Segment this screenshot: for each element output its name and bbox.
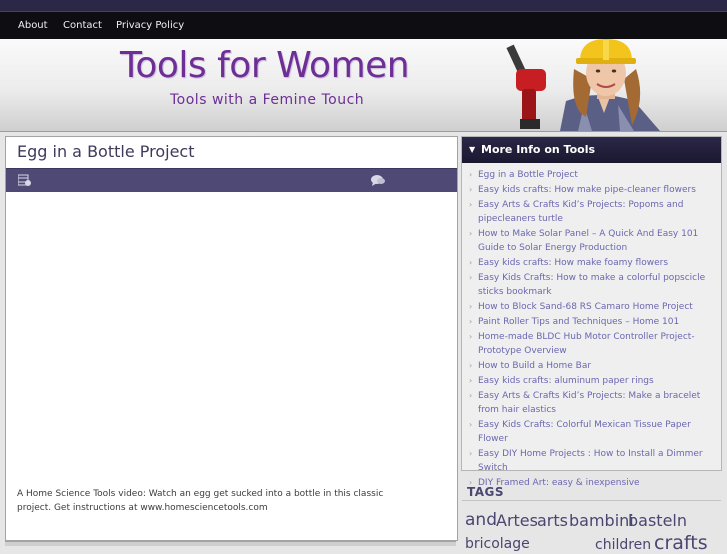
- site-header-banner: Tools for Women Tools with a Femine Touc…: [0, 39, 727, 132]
- sidebar-link[interactable]: › How to Build a Home Bar: [469, 359, 715, 373]
- bullet-arrow-icon: ›: [469, 420, 473, 429]
- tags-divider: [462, 500, 721, 501]
- sidebar-link[interactable]: › How to Block Sand-68 RS Camaro Home Pro…: [469, 300, 715, 314]
- tag-link[interactable]: basteln: [628, 511, 687, 530]
- sidebar-link-label[interactable]: Easy DIY Home Projects : How to Install …: [478, 449, 703, 473]
- tag-link[interactable]: Artes: [496, 511, 538, 530]
- sidebar-link[interactable]: › Paint Roller Tips and Techniques – Home…: [469, 315, 715, 329]
- sidebar-link-label[interactable]: Easy kids crafts: How make pipe-cleaner …: [478, 185, 696, 195]
- sidebar-link-label[interactable]: How to Block Sand-68 RS Camaro Home Proj…: [478, 302, 693, 312]
- sidebar-link-label[interactable]: Easy Arts & Crafts Kid’s Projects: Popom…: [478, 200, 683, 224]
- nav-contact[interactable]: Contact: [63, 12, 102, 40]
- bullet-arrow-icon: ›: [469, 258, 473, 267]
- bullet-arrow-icon: ›: [469, 361, 473, 370]
- sidebar-more-info-widget: ▼ More Info on Tools › Egg in a Bottle Pr…: [461, 136, 722, 488]
- sidebar-link-list: › Egg in a Bottle Project › Easy kids craft…: [469, 168, 715, 491]
- sidebar-link[interactable]: › DIY Framed Art: easy & inexpensive: [469, 476, 715, 490]
- sidebar-link-label[interactable]: How to Build a Home Bar: [478, 361, 591, 371]
- bullet-arrow-icon: ›: [469, 170, 473, 179]
- sidebar-link[interactable]: › Home-made BLDC Hub Motor Controller Pro…: [469, 330, 715, 358]
- top-strip: [0, 0, 727, 11]
- tag-link[interactable]: bricolage: [465, 536, 530, 552]
- sidebar-link[interactable]: › Easy Arts & Crafts Kid’s Projects: Popo…: [469, 198, 715, 226]
- sidebar-link-label[interactable]: Easy Arts & Crafts Kid’s Projects: Make …: [478, 391, 700, 415]
- triangle-down-icon: ▼: [469, 145, 476, 154]
- sidebar-link-label[interactable]: How to Make Solar Panel – A Quick And Ea…: [478, 229, 698, 253]
- bullet-arrow-icon: ›: [469, 185, 473, 194]
- video-icon[interactable]: [18, 174, 32, 187]
- next-post-edge: [5, 541, 456, 546]
- sidebar-link[interactable]: › Easy Arts & Crafts Kid’s Projects: Make…: [469, 389, 715, 417]
- tag-link[interactable]: children: [595, 537, 651, 553]
- sidebar-link-label[interactable]: Paint Roller Tips and Techniques – Home …: [478, 317, 679, 327]
- tag-link[interactable]: arts: [537, 511, 568, 530]
- tag-link[interactable]: crafts: [654, 532, 708, 554]
- top-navigation: About Contact Privacy Policy: [0, 11, 727, 40]
- sidebar-link-label[interactable]: Easy kids crafts: How make foamy flowers: [478, 258, 668, 268]
- main-post: Egg in a Bottle Project A Home Science T…: [5, 136, 458, 541]
- bullet-arrow-icon: ›: [469, 200, 473, 209]
- sidebar-heading-text: More Info on Tools: [481, 143, 596, 156]
- sidebar-link[interactable]: › Easy kids crafts: How make pipe-cleaner…: [469, 183, 715, 197]
- bullet-arrow-icon: ›: [469, 273, 473, 282]
- site-title[interactable]: Tools for Women: [120, 45, 410, 86]
- bullet-arrow-icon: ›: [469, 449, 473, 458]
- tag-link[interactable]: and: [465, 510, 497, 530]
- site-tagline: Tools with a Femine Touch: [170, 92, 365, 108]
- bullet-arrow-icon: ›: [469, 317, 473, 326]
- sidebar-link[interactable]: › Egg in a Bottle Project: [469, 168, 715, 182]
- woman-with-hardhat-image: [506, 39, 660, 131]
- sidebar-link-label[interactable]: Egg in a Bottle Project: [478, 170, 578, 180]
- sidebar-link-label[interactable]: Easy kids crafts: aluminum paper rings: [478, 376, 654, 386]
- sidebar-link-label[interactable]: Easy Kids Crafts: How to make a colorful…: [478, 273, 705, 297]
- post-excerpt: A Home Science Tools video: Watch an egg…: [17, 489, 384, 513]
- sidebar-link[interactable]: › How to Make Solar Panel – A Quick And E…: [469, 227, 715, 255]
- comment-bubble-icon[interactable]: [370, 174, 386, 187]
- nav-about[interactable]: About: [18, 12, 48, 40]
- sidebar-link[interactable]: › Easy DIY Home Projects : How to Install…: [469, 447, 715, 475]
- bullet-arrow-icon: ›: [469, 391, 473, 400]
- sidebar-link[interactable]: › Easy kids crafts: aluminum paper rings: [469, 374, 715, 388]
- tag-link[interactable]: bambini: [569, 511, 634, 530]
- sidebar-link[interactable]: › Easy kids crafts: How make foamy flower…: [469, 256, 715, 270]
- bullet-arrow-icon: ›: [469, 376, 473, 385]
- nav-privacy-policy[interactable]: Privacy Policy: [116, 12, 184, 40]
- sidebar-link[interactable]: › Easy Kids Crafts: How to make a colorfu…: [469, 271, 715, 299]
- sidebar-link-label[interactable]: Easy Kids Crafts: Colorful Mexican Tissu…: [478, 420, 691, 444]
- sidebar-link-label[interactable]: Home-made BLDC Hub Motor Controller Proj…: [478, 332, 695, 356]
- post-meta-bar: [6, 168, 457, 192]
- bullet-arrow-icon: ›: [469, 302, 473, 311]
- post-title[interactable]: Egg in a Bottle Project: [17, 142, 195, 161]
- bullet-arrow-icon: ›: [469, 332, 473, 341]
- tags-heading: TAGS: [467, 485, 505, 499]
- sidebar-heading: ▼ More Info on Tools: [462, 137, 721, 163]
- sidebar-link[interactable]: › Easy Kids Crafts: Colorful Mexican Tiss…: [469, 418, 715, 446]
- bullet-arrow-icon: ›: [469, 229, 473, 238]
